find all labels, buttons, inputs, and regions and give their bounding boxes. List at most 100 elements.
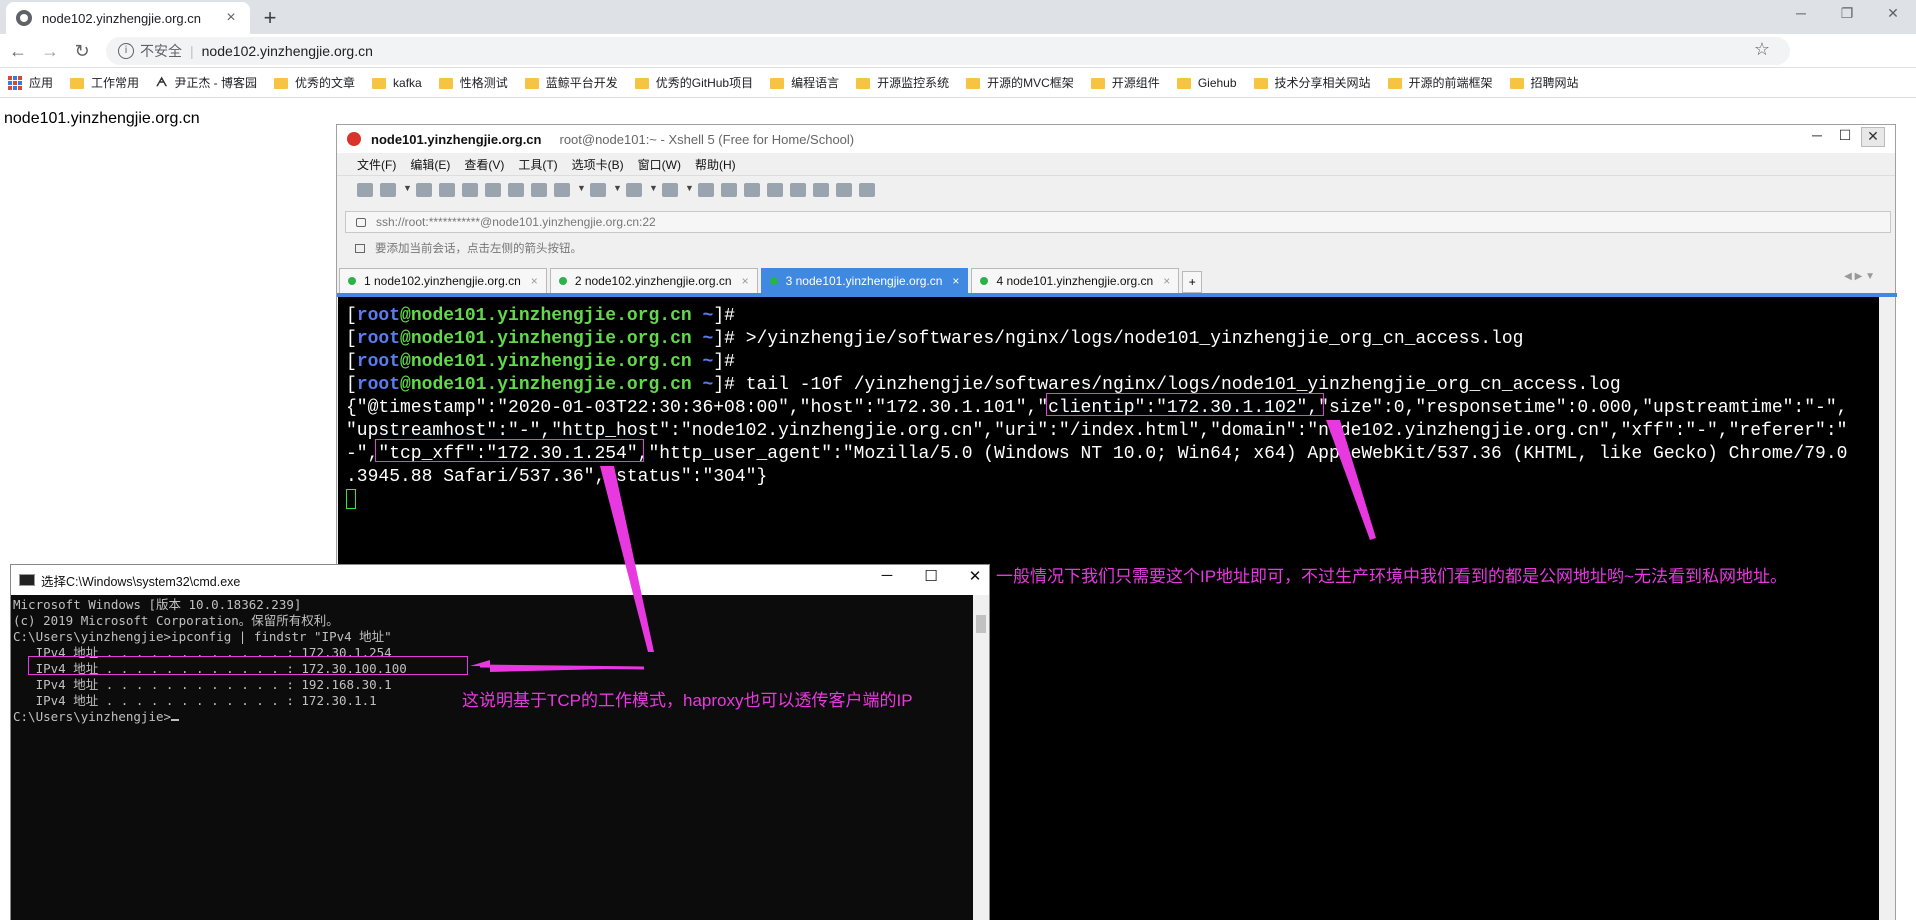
menu-window[interactable]: 窗口(W) [638, 156, 681, 173]
dropdown-arrow-icon[interactable]: ▼ [403, 183, 412, 197]
bookmark-folder[interactable]: 蓝鲸平台开发 [524, 74, 618, 91]
connect-icon[interactable] [416, 182, 432, 197]
open-folder-icon[interactable] [380, 182, 396, 197]
menu-view[interactable]: 查看(V) [464, 156, 504, 173]
xshell-minimize-icon[interactable]: ─ [1805, 127, 1829, 147]
xftp-icon[interactable] [698, 182, 714, 197]
xshell-address[interactable]: ssh://root:***********@node101.yinzhengj… [376, 215, 656, 229]
security-label: 不安全 [140, 43, 182, 59]
dropdown-arrow-icon[interactable]: ▼ [685, 183, 694, 197]
bookmark-folder[interactable]: 优秀的GitHub项目 [634, 74, 753, 91]
help-icon[interactable] [836, 182, 852, 197]
address-bar[interactable]: i 不安全 | node102.yinzhengjie.org.cn ☆ [106, 37, 1790, 65]
tab-close-button[interactable]: × [222, 9, 240, 27]
bookmark-folder[interactable]: Giehub [1176, 76, 1237, 90]
bookmark-folder[interactable]: 开源的前端框架 [1387, 74, 1493, 91]
xshell-tab-4[interactable]: 4 node101.yinzhengjie.org.cn × [971, 268, 1180, 293]
fullscreen-icon[interactable] [744, 182, 760, 197]
cmd-titlebar: 选择C:\Windows\system32\cmd.exe ─ ☐ ✕ [11, 565, 989, 595]
tab-close-icon[interactable]: × [1163, 274, 1170, 288]
bookmark-folder[interactable]: 优秀的文章 [274, 74, 355, 91]
menu-file[interactable]: 文件(F) [357, 156, 396, 173]
arrow-icon[interactable] [355, 243, 365, 253]
print-icon[interactable] [554, 182, 570, 197]
find-icon[interactable] [531, 182, 547, 197]
dropdown-arrow-icon[interactable]: ▼ [613, 183, 622, 197]
cmd-scrollbar[interactable] [973, 595, 989, 920]
bookmark-star-icon[interactable]: ☆ [1754, 39, 1770, 60]
bookmark-apps[interactable]: 应用 [8, 74, 53, 91]
bookmark-folder[interactable]: kafka [372, 76, 422, 90]
cmd-close-icon[interactable]: ✕ [955, 567, 995, 585]
globe-icon[interactable] [626, 182, 642, 197]
font-icon[interactable] [662, 182, 678, 197]
separator: | [190, 43, 194, 59]
dropdown-arrow-icon[interactable]: ▼ [577, 183, 586, 197]
xshell-new-tab-button[interactable]: + [1182, 271, 1203, 293]
minimize-icon[interactable]: ─ [1778, 0, 1824, 28]
cmd-title: 选择C:\Windows\system32\cmd.exe [41, 574, 241, 589]
xshell-tab-1[interactable]: 1 node102.yinzhengjie.org.cn × [339, 268, 547, 293]
transparency-icon[interactable] [767, 182, 783, 197]
paste-icon[interactable] [508, 182, 524, 197]
new-session-icon[interactable] [357, 182, 373, 197]
cmd-line: C:\Users\yinzhengjie>ipconfig | findstr … [13, 629, 392, 644]
omnibar: ← → ↻ i 不安全 | node102.yinzhengjie.org.cn… [0, 34, 1916, 95]
menu-tools[interactable]: 工具(T) [518, 156, 557, 173]
properties-icon[interactable] [462, 182, 478, 197]
bookmark-link[interactable]: ᗅ 尹正杰 - 博客园 [156, 74, 257, 91]
back-icon[interactable]: ← [6, 39, 30, 63]
bookmark-label: 技术分享相关网站 [1274, 76, 1371, 90]
tab-close-icon[interactable]: × [742, 274, 749, 288]
tab-scroll-arrows-icon[interactable]: ◀ ▶ ▼ [1844, 271, 1875, 282]
status-dot-icon [980, 277, 989, 285]
tab-close-icon[interactable]: × [952, 274, 959, 288]
cmd-scroll-thumb[interactable] [976, 615, 986, 633]
menu-help[interactable]: 帮助(H) [695, 156, 736, 173]
terminal-cursor [346, 489, 356, 510]
bookmark-folder[interactable]: 技术分享相关网站 [1253, 74, 1371, 91]
bookmark-folder[interactable]: 编程语言 [770, 74, 839, 91]
folder-icon [1176, 78, 1191, 89]
terminal-scrollbar[interactable] [1879, 297, 1895, 920]
forward-icon[interactable]: → [38, 39, 62, 63]
xshell-address-bar[interactable]: ssh://root:***********@node101.yinzhengj… [345, 211, 1891, 233]
cmd-minimize-icon[interactable]: ─ [867, 567, 907, 584]
dropdown-arrow-icon[interactable]: ▼ [649, 183, 658, 197]
chat-icon[interactable] [859, 182, 875, 197]
new-tab-button[interactable]: + [256, 4, 284, 32]
xshell-hint-text: 要添加当前会话，点击左侧的箭头按钮。 [375, 243, 582, 255]
xshell-maximize-icon[interactable]: ☐ [1833, 127, 1857, 147]
menu-tabs[interactable]: 选项卡(B) [572, 156, 624, 173]
xshell-close-icon[interactable]: ✕ [1861, 127, 1885, 147]
disconnect-icon[interactable] [439, 182, 455, 197]
bookmark-folder[interactable]: 性格测试 [438, 74, 508, 91]
bookmark-folder[interactable]: 开源监控系统 [856, 74, 949, 91]
xshell-menubar: 文件(F) 编辑(E) 查看(V) 工具(T) 选项卡(B) 窗口(W) 帮助(… [337, 153, 1895, 175]
info-icon[interactable]: i [118, 43, 134, 59]
terminal-line: [root@node101.yinzhengjie.org.cn ~]# >/y… [346, 329, 1524, 349]
bookmark-folder[interactable]: 工作常用 [70, 74, 139, 91]
bookmark-label: 开源的MVC框架 [987, 76, 1074, 90]
bookmark-folder[interactable]: 招聘网站 [1509, 74, 1579, 91]
copy-icon[interactable] [485, 182, 501, 197]
tunnel-icon[interactable] [721, 182, 737, 197]
bookmark-label: 应用 [29, 76, 54, 90]
tab-close-icon[interactable]: × [531, 274, 538, 288]
close-icon[interactable]: ✕ [1870, 0, 1916, 28]
xshell-tab-3[interactable]: 3 node101.yinzhengjie.org.cn × [760, 268, 969, 293]
keyboard-icon[interactable] [813, 182, 829, 197]
bookmark-folder[interactable]: 开源的MVC框架 [966, 74, 1074, 91]
cmd-output[interactable]: Microsoft Windows [版本 10.0.18362.239] (c)… [11, 595, 973, 920]
bookmark-folder[interactable]: 开源组件 [1090, 74, 1160, 91]
xshell-tab-2[interactable]: 2 node102.yinzhengjie.org.cn × [549, 268, 758, 293]
cmd-maximize-icon[interactable]: ☐ [911, 567, 951, 585]
reload-icon[interactable]: ↻ [70, 39, 94, 63]
url-text[interactable]: node102.yinzhengjie.org.cn [202, 43, 373, 59]
transfer-icon[interactable] [590, 182, 606, 197]
menu-edit[interactable]: 编辑(E) [410, 156, 450, 173]
restore-icon[interactable]: ❐ [1824, 0, 1870, 28]
lock-icon[interactable] [790, 182, 806, 197]
browser-tab[interactable]: node102.yinzhengjie.org.cn × [6, 2, 250, 34]
bookmark-label: 开源监控系统 [877, 76, 950, 90]
